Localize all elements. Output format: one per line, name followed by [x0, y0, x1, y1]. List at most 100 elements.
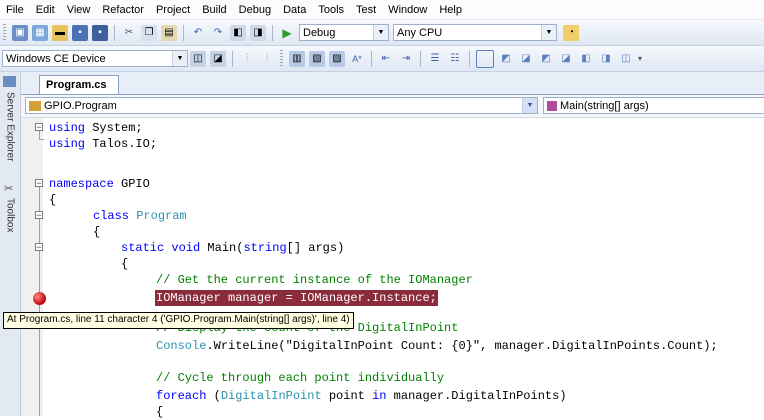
- menu-file[interactable]: File: [0, 4, 30, 16]
- complete-word-icon[interactable]: A*: [349, 51, 365, 67]
- menu-build[interactable]: Build: [196, 4, 232, 16]
- navigate-forward-icon[interactable]: ◨: [250, 24, 266, 41]
- collapse-namespace-icon[interactable]: −: [35, 179, 43, 188]
- save-all-icon[interactable]: ▪: [92, 24, 108, 41]
- toolbox-icon[interactable]: ✂: [4, 182, 13, 195]
- solution-platform-combo[interactable]: Any CPU ▼: [393, 24, 557, 41]
- decrease-indent-icon[interactable]: ⇤: [378, 51, 394, 67]
- menu-help[interactable]: Help: [433, 4, 468, 16]
- toolbar-separator: [420, 50, 421, 67]
- outline-guide: [39, 131, 40, 139]
- clear-bookmarks-icon[interactable]: ◫: [618, 51, 634, 67]
- list-members-icon[interactable]: ▥: [289, 50, 305, 67]
- code-line-brace: {: [156, 405, 164, 419]
- code-line-brace: {: [49, 193, 57, 207]
- quick-info-icon[interactable]: ▨: [329, 50, 345, 67]
- uncomment-lines-icon[interactable]: ☷: [447, 51, 463, 67]
- standard-toolbar: ▣ ▦ ▬ ▪ ▪ ✂ ❐ ▤ ↶ ↷ ◧ ◨ ▶ Debug ▼ Any CP…: [0, 20, 764, 46]
- code-line-namespace: namespace GPIO: [49, 177, 150, 191]
- toolbar-separator: [114, 24, 115, 41]
- toolbar-separator: [232, 50, 233, 67]
- redo-icon[interactable]: ↷: [210, 25, 226, 41]
- menu-edit[interactable]: Edit: [30, 4, 61, 16]
- next-bookmark-folder-icon[interactable]: ◪: [558, 51, 574, 67]
- code-line-foreach: foreach (DigitalInPoint point in manager…: [156, 389, 567, 403]
- format-left-icon[interactable]: ⫶: [239, 51, 255, 67]
- toolbar-grip[interactable]: [280, 50, 283, 67]
- paste-icon[interactable]: ▤: [161, 24, 177, 41]
- menu-tools[interactable]: Tools: [312, 4, 350, 16]
- menu-data[interactable]: Data: [277, 4, 312, 16]
- collapse-using-icon[interactable]: −: [35, 123, 43, 132]
- solution-configuration-value: Debug: [303, 26, 336, 39]
- member-combo[interactable]: Main(string[] args): [543, 97, 764, 114]
- copy-icon[interactable]: ❐: [141, 24, 157, 41]
- collapse-class-icon[interactable]: −: [35, 211, 43, 220]
- code-editor[interactable]: − − − − using System; using Talos.IO; na…: [21, 118, 764, 419]
- menu-bar: File Edit View Refactor Project Build De…: [0, 0, 764, 20]
- find-in-files-icon[interactable]: ◔: [563, 24, 579, 41]
- next-bookmark-document-icon[interactable]: ◨: [598, 51, 614, 67]
- add-item-icon[interactable]: ▦: [32, 24, 48, 41]
- member-combo-value: Main(string[] args): [560, 99, 649, 112]
- chevron-down-icon[interactable]: ▼: [373, 25, 388, 40]
- breakpoint-icon[interactable]: [33, 292, 46, 305]
- server-explorer-tab[interactable]: Server Explorer: [1, 92, 19, 176]
- target-device-value: Windows CE Device: [6, 52, 106, 65]
- class-icon: [29, 100, 41, 111]
- code-line-comment-3: // Cycle through each point individually: [156, 371, 445, 385]
- increase-indent-icon[interactable]: ⇥: [398, 51, 414, 67]
- chevron-down-icon[interactable]: ▼: [522, 98, 537, 113]
- connect-device-icon[interactable]: ◫: [190, 50, 206, 67]
- open-folder-icon[interactable]: ▬: [52, 24, 68, 41]
- previous-bookmark-icon[interactable]: ◩: [498, 51, 514, 67]
- document-tab-strip: Program.cs: [21, 72, 764, 95]
- save-icon[interactable]: ▪: [72, 24, 88, 41]
- menu-view[interactable]: View: [61, 4, 97, 16]
- collapse-method-icon[interactable]: −: [35, 243, 43, 252]
- previous-bookmark-document-icon[interactable]: ◧: [578, 51, 594, 67]
- toolbar-separator: [272, 24, 273, 41]
- device-toolbar: Windows CE Device ▼ ◫ ◪ ⫶ ⫶ ▥ ▧ ▨ A* ⇤ ⇥…: [0, 46, 764, 72]
- toolbar-separator: [183, 24, 184, 41]
- bookmark-icon[interactable]: [476, 49, 494, 68]
- new-project-icon[interactable]: ▣: [12, 24, 28, 41]
- menu-project[interactable]: Project: [150, 4, 196, 16]
- previous-bookmark-folder-icon[interactable]: ◩: [538, 51, 554, 67]
- navigate-backward-icon[interactable]: ◧: [230, 24, 246, 41]
- code-line-writeline: Console.WriteLine("DigitalInPoint Count:…: [156, 339, 718, 353]
- comment-lines-icon[interactable]: ☰: [427, 51, 443, 67]
- menu-refactor[interactable]: Refactor: [96, 4, 150, 16]
- code-line-2: using Talos.IO;: [49, 137, 158, 151]
- server-explorer-icon[interactable]: [3, 76, 16, 87]
- toolbox-tab[interactable]: Toolbox: [1, 198, 19, 242]
- solution-configuration-combo[interactable]: Debug ▼: [299, 24, 389, 41]
- undo-icon[interactable]: ↶: [190, 25, 206, 41]
- class-combo[interactable]: GPIO.Program ▼: [25, 97, 538, 114]
- toolbar-separator: [371, 50, 372, 67]
- cut-icon[interactable]: ✂: [121, 25, 137, 41]
- code-line-main: static void Main(string[] args): [121, 241, 345, 255]
- device-options-icon[interactable]: ◪: [210, 50, 226, 67]
- parameter-info-icon[interactable]: ▧: [309, 50, 325, 67]
- navigation-bar: GPIO.Program ▼ Main(string[] args): [21, 95, 764, 118]
- toolbar-overflow-icon[interactable]: ▾: [638, 54, 642, 63]
- document-tab-program-cs[interactable]: Program.cs: [39, 75, 119, 94]
- chevron-down-icon[interactable]: ▼: [172, 51, 187, 66]
- side-tool-strip: Server Explorer ✂ Toolbox: [0, 72, 21, 416]
- solution-platform-value: Any CPU: [397, 26, 443, 39]
- menu-window[interactable]: Window: [382, 4, 433, 16]
- code-line-brace: {: [121, 257, 129, 271]
- toolbar-separator: [469, 50, 470, 67]
- toolbar-grip[interactable]: [3, 24, 6, 41]
- code-line-1: using System;: [49, 121, 143, 135]
- code-line-class: class Program: [93, 209, 187, 223]
- chevron-down-icon[interactable]: ▼: [541, 25, 556, 40]
- next-bookmark-icon[interactable]: ◪: [518, 51, 534, 67]
- start-debugging-icon[interactable]: ▶: [279, 25, 295, 41]
- menu-test[interactable]: Test: [350, 4, 382, 16]
- menu-debug[interactable]: Debug: [233, 4, 277, 16]
- method-icon: [547, 100, 557, 111]
- target-device-combo[interactable]: Windows CE Device ▼: [2, 50, 188, 67]
- format-right-icon[interactable]: ⫶: [259, 51, 275, 67]
